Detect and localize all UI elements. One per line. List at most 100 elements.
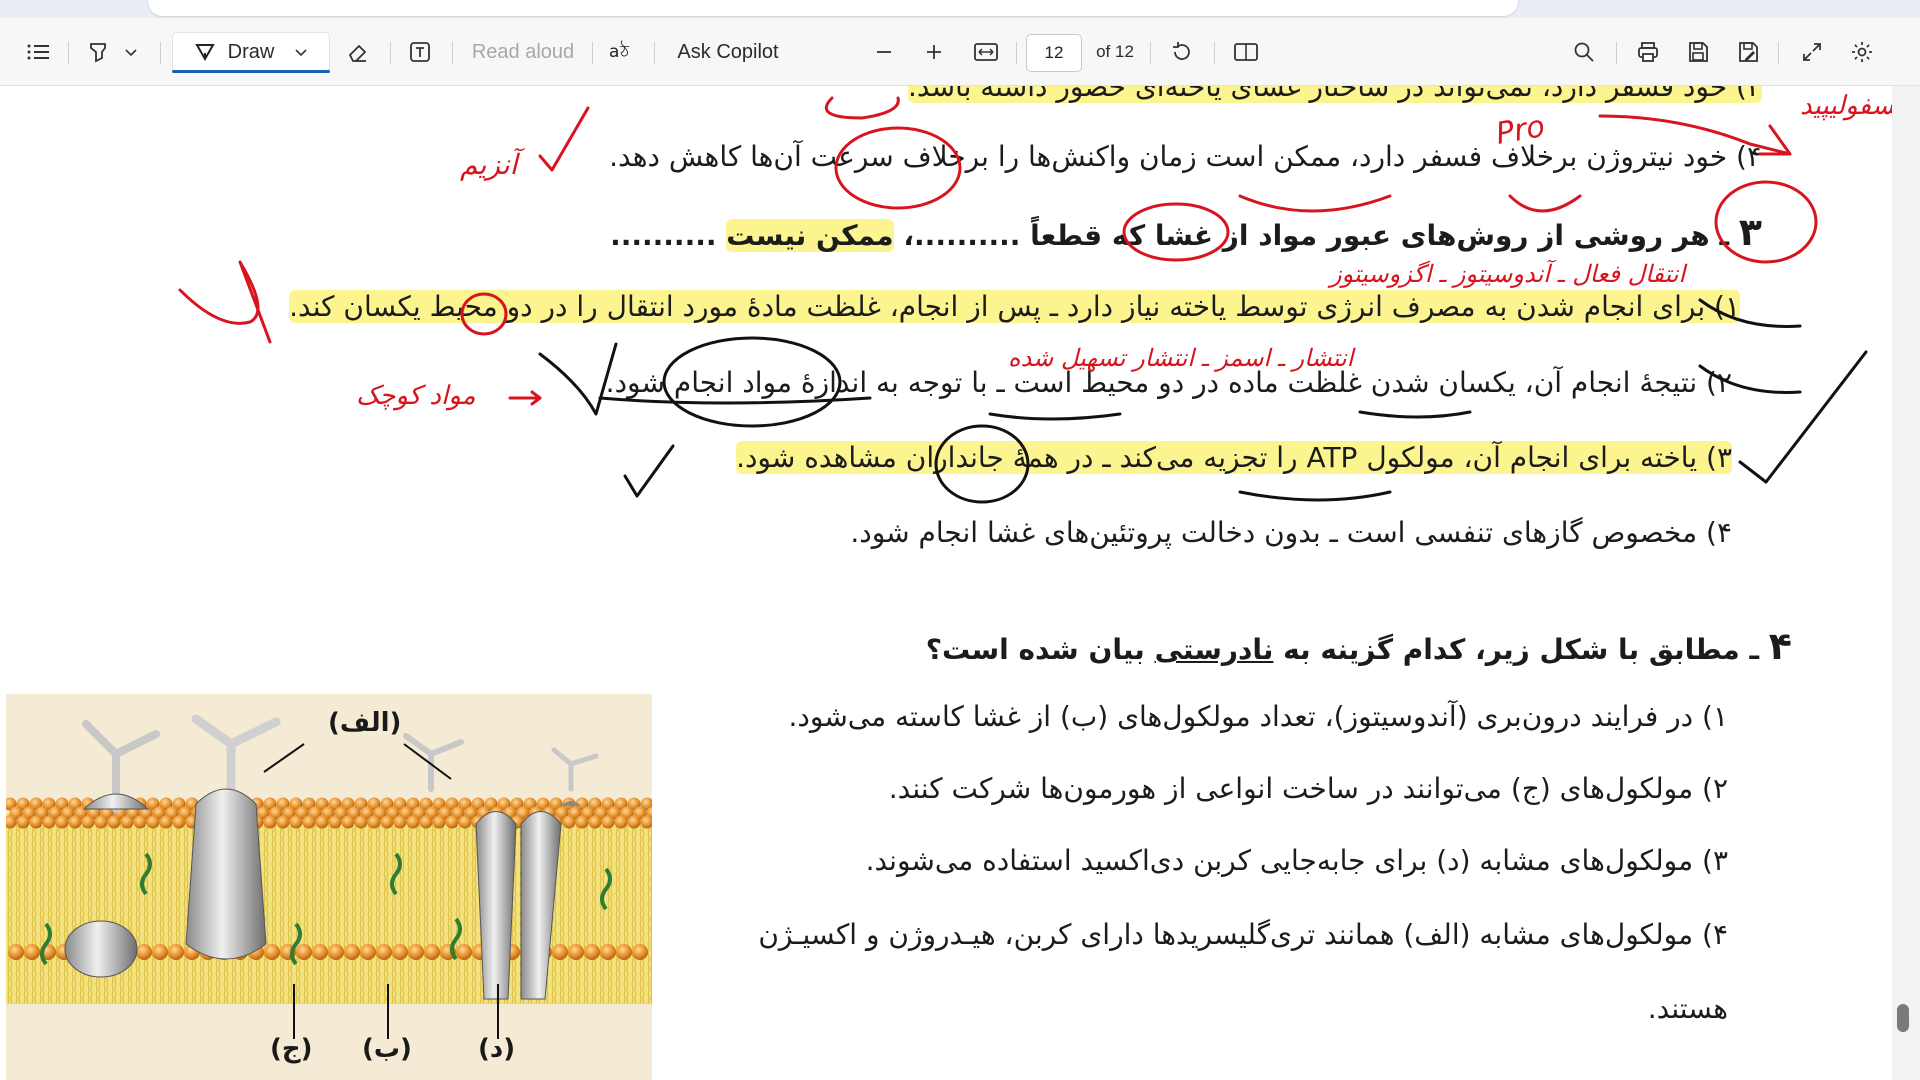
prev-option-2: ۲) خود فسفر دارد، نمی‌تواند در ساختار غش…	[908, 86, 1762, 103]
highlight-icon[interactable]	[78, 32, 118, 72]
save-icon[interactable]	[1678, 32, 1718, 72]
underline-mark	[1238, 490, 1392, 502]
annotation-enzyme: آنزیم	[460, 147, 526, 181]
page-view-icon[interactable]	[1226, 32, 1266, 72]
q4-option-2: ۲) مولکول‌های (ج) می‌توانند در ساخت انوا…	[888, 772, 1728, 805]
fit-width-icon[interactable]	[966, 32, 1006, 72]
phospholipid-head	[172, 815, 186, 829]
q4-option-3: ۳) مولکول‌های مشابه (د) برای جابه‌جایی ک…	[865, 844, 1728, 877]
q4-option-4-continued: هستند.	[1647, 992, 1728, 1025]
ask-copilot-button[interactable]: Ask Copilot	[668, 32, 788, 72]
phospholipid-head	[568, 944, 584, 960]
phospholipid-head	[68, 815, 82, 829]
phospholipid-head	[263, 815, 277, 829]
phospholipid-head	[302, 815, 316, 829]
arrow-mark	[508, 390, 542, 406]
app-window: Draw Read aloud aঠ Ask Copilot 12 of 12 …	[0, 0, 1920, 1080]
phospholipid-head	[146, 815, 160, 829]
search-icon[interactable]	[1564, 32, 1604, 72]
phospholipid-head	[133, 815, 147, 829]
check-mark	[538, 106, 590, 172]
phospholipid-head	[614, 815, 628, 829]
check-mark	[178, 260, 272, 344]
underline-mark	[1508, 194, 1582, 213]
text-box-icon[interactable]	[400, 32, 440, 72]
phospholipid-head	[392, 944, 408, 960]
phospholipid-head	[296, 944, 312, 960]
address-bar[interactable]	[148, 0, 1518, 16]
q3-option-1: ۱) برای انجام شدن به مصرف انرژی توسط یاخ…	[289, 290, 1740, 323]
figure-label-alef: (الف)	[328, 708, 402, 738]
phospholipid-head	[406, 815, 420, 829]
q3-option-4: ۴) مخصوص گازهای تنفسی است ـ بدون دخالت پ…	[850, 516, 1732, 549]
draw-dropdown-chevron-icon	[294, 47, 308, 57]
phospholipid-head	[584, 944, 600, 960]
vertical-scrollbar[interactable]	[1892, 86, 1920, 1080]
phospholipid-head	[552, 944, 568, 960]
page-total-label: of 12	[1096, 42, 1134, 61]
phospholipid-head	[456, 944, 472, 960]
translate-icon[interactable]: aঠ	[602, 32, 642, 72]
phospholipid-head	[315, 815, 329, 829]
draw-button[interactable]: Draw	[172, 32, 330, 72]
pdf-toolbar: Draw Read aloud aঠ Ask Copilot 12 of 12	[0, 18, 1920, 86]
figure-label-dal: (د)	[478, 1034, 516, 1064]
phospholipid-head	[312, 944, 328, 960]
question-4-heading: ۴ ـ مطابق با شکل زیر، کدام گزینه به نادر…	[925, 624, 1792, 668]
phospholipid-head	[380, 815, 394, 829]
settings-gear-icon[interactable]	[1842, 32, 1882, 72]
phospholipid-head	[136, 944, 152, 960]
phospholipid-head	[627, 815, 641, 829]
phospholipid-head	[264, 944, 280, 960]
scrollbar-thumb[interactable]	[1897, 1004, 1909, 1032]
phospholipid-head	[458, 815, 472, 829]
zoom-in-icon[interactable]	[914, 32, 954, 72]
eraser-icon[interactable]	[338, 32, 378, 72]
check-mark	[1738, 460, 1768, 484]
membrane-illustration	[6, 694, 652, 1080]
zoom-out-icon[interactable]	[864, 32, 904, 72]
phospholipid-head	[24, 944, 40, 960]
phospholipid-head	[159, 815, 173, 829]
phospholipid-head	[120, 815, 134, 829]
phospholipid-head	[419, 815, 433, 829]
read-aloud-button[interactable]: Read aloud	[466, 32, 580, 72]
phospholipid-head	[588, 815, 602, 829]
print-icon[interactable]	[1628, 32, 1668, 72]
phospholipid-head	[616, 944, 632, 960]
draw-active-indicator	[172, 70, 330, 73]
phospholipid-head	[424, 944, 440, 960]
highlight-dropdown-chevron-icon[interactable]	[118, 32, 144, 72]
rotate-icon[interactable]	[1162, 32, 1202, 72]
fullscreen-icon[interactable]	[1792, 32, 1832, 72]
phospholipid-head	[16, 815, 30, 829]
phospholipid-head	[328, 815, 342, 829]
phospholipid-head	[168, 944, 184, 960]
phospholipid-head	[562, 815, 576, 829]
page-number-input[interactable]: 12	[1026, 34, 1082, 72]
circle-mark	[824, 96, 900, 120]
check-mark	[538, 342, 618, 416]
phospholipid-head	[29, 815, 43, 829]
phospholipid-head	[344, 944, 360, 960]
phospholipid-head	[55, 815, 69, 829]
cell-membrane-figure: (الف) (ج) (ب) (د)	[6, 694, 652, 1080]
phospholipid-head	[376, 944, 392, 960]
phospholipid-head	[94, 815, 108, 829]
phospholipid-head	[575, 815, 589, 829]
phospholipid-head	[81, 815, 95, 829]
figure-label-jim: (ج)	[270, 1034, 313, 1064]
phospholipid-head	[354, 815, 368, 829]
check-mark	[1764, 350, 1868, 484]
phospholipid-head	[360, 944, 376, 960]
underline-mark	[1238, 194, 1392, 213]
phospholipid-head	[408, 944, 424, 960]
phospholipid-head	[107, 815, 121, 829]
figure-label-be: (ب)	[362, 1034, 412, 1064]
phospholipid-head	[341, 815, 355, 829]
save-as-icon[interactable]	[1728, 32, 1768, 72]
contents-list-icon[interactable]	[18, 32, 58, 72]
svg-text:ঠ: ঠ	[619, 41, 630, 62]
annotation-small-molecules: مواد کوچک	[356, 381, 476, 411]
underline-mark	[1358, 410, 1472, 419]
